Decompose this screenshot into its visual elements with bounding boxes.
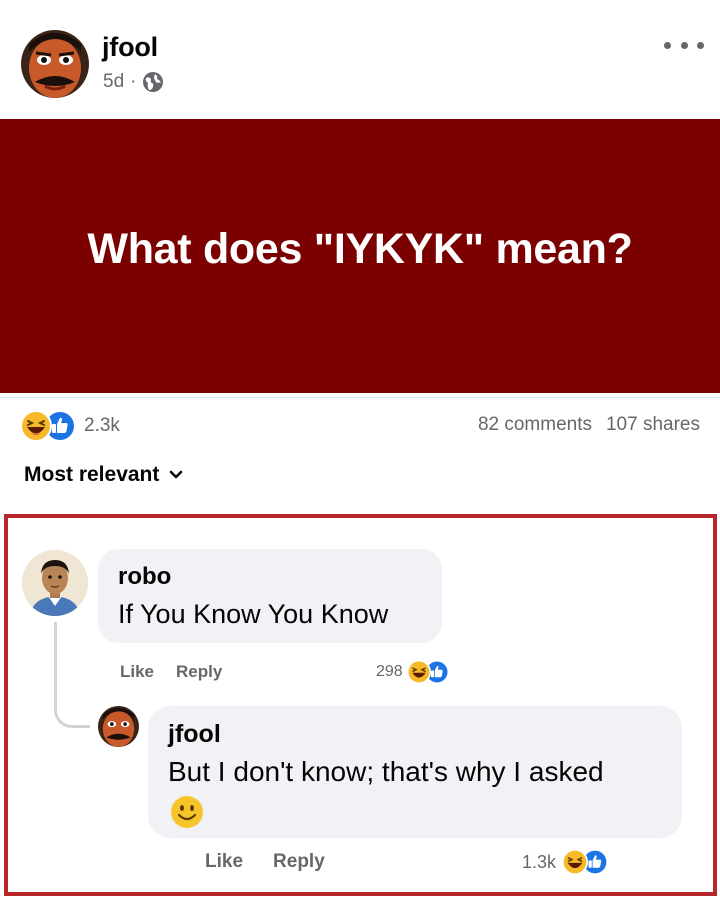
reply-reactions[interactable]: 1.3k [522, 849, 610, 875]
haha-reaction-icon [20, 410, 52, 442]
post-stats: 82 comments 107 shares [478, 414, 700, 436]
chevron-down-icon [170, 470, 183, 479]
sort-label: Most relevant [24, 463, 160, 486]
shares-count-link[interactable]: 107 shares [606, 414, 700, 436]
reply-button[interactable]: Reply [176, 662, 222, 682]
post-time[interactable]: 5d [103, 71, 124, 93]
comments-count-link[interactable]: 82 comments [478, 414, 592, 436]
comment-reactions[interactable]: 298 [376, 660, 451, 684]
post-meta: 5d · [103, 71, 164, 93]
post-reactions[interactable]: 2.3k [20, 410, 120, 442]
reply-reaction-count: 1.3k [522, 851, 557, 872]
globe-icon [143, 72, 164, 92]
comment-reaction-count: 298 [376, 663, 403, 680]
post-header: jfool 5d · [0, 0, 720, 118]
author-avatar[interactable] [21, 30, 89, 98]
like-button[interactable]: Like [205, 851, 243, 873]
comment-text: If You Know You Know [118, 599, 389, 629]
comment-author[interactable]: robo [118, 563, 171, 591]
comment-sort-dropdown[interactable]: Most relevant [24, 463, 183, 487]
post-author-name[interactable]: jfool [102, 32, 158, 63]
stats-divider [0, 397, 720, 398]
reply-author-avatar[interactable] [98, 706, 139, 747]
comment-actions: Like Reply [120, 662, 222, 682]
reply-button[interactable]: Reply [273, 851, 325, 873]
comment-bubble: robo If You Know You Know [98, 549, 442, 643]
reply-thread-line [54, 622, 90, 728]
smiley-emoji-icon [171, 796, 203, 828]
haha-reaction-icon [406, 660, 431, 684]
reply-author[interactable]: jfool [168, 720, 221, 749]
reply-text: But I don't know; that's why I asked [168, 756, 604, 787]
reply-actions: Like Reply [205, 851, 325, 873]
more-horizontal-icon[interactable] [664, 38, 704, 52]
commenter-avatar[interactable] [22, 550, 88, 616]
haha-reaction-icon [562, 849, 589, 875]
like-button[interactable]: Like [120, 662, 154, 682]
reply-bubble: jfool But I don't know; that's why I ask… [148, 706, 682, 838]
meta-separator: · [130, 71, 137, 92]
post-banner: What does "IYKYK" mean? [0, 119, 720, 393]
reaction-count: 2.3k [84, 415, 120, 436]
banner-text: What does "IYKYK" mean? [87, 224, 633, 273]
